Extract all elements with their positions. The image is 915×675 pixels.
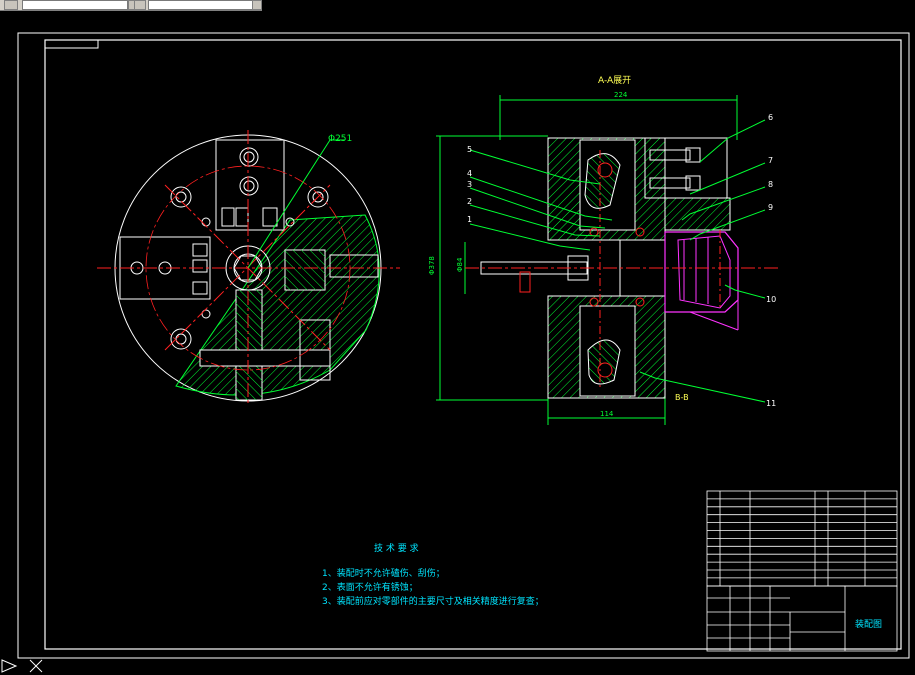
callout-1: 1 (467, 215, 472, 224)
dim-left-outer: Φ378 (428, 256, 436, 275)
callout-8: 8 (768, 180, 773, 189)
callout-7: 7 (768, 156, 773, 165)
callout-10: 10 (766, 295, 776, 304)
technical-notes: 技 术 要 求 1、装配时不允许磕伤、刮伤； 2、表面不允许有锈蚀； 3、装配前… (322, 542, 544, 607)
outer-frame (17, 32, 910, 659)
front-view: Φ251 (97, 130, 400, 405)
notes-title: 技 术 要 求 (374, 542, 419, 554)
ucs-icon (1, 659, 43, 673)
inner-frame (44, 39, 902, 650)
drawing-name: 装配图 (855, 618, 882, 630)
note-line-3: 3、装配前应对零部件的主要尺寸及相关精度进行复查； (322, 595, 544, 607)
callout-3: 3 (467, 180, 472, 189)
dim-left-inner: Φ84 (456, 257, 464, 272)
callout-11: 11 (766, 399, 776, 408)
cad-drawing-canvas[interactable]: Φ251 224 A-A展开 114 Φ378 Φ84 B-B 1 2 3 4 … (0, 0, 915, 675)
section-label: A-A展开 (598, 75, 631, 86)
callout-5: 5 (467, 145, 472, 154)
section-label-bb: B-B (675, 393, 689, 402)
note-line-1: 1、装配时不允许磕伤、刮伤； (322, 567, 445, 579)
dim-top: 224 (614, 91, 628, 99)
callout-4: 4 (467, 169, 472, 178)
note-line-2: 2、表面不允许有锈蚀； (322, 581, 418, 593)
callout-6: 6 (768, 113, 773, 122)
corner-label-box (44, 39, 99, 49)
callout-9: 9 (768, 203, 773, 212)
diameter-callout: Φ251 (328, 134, 352, 144)
section-view: 224 A-A展开 114 Φ378 Φ84 B-B 1 2 3 4 5 6 7… (428, 75, 780, 425)
callout-2: 2 (467, 197, 472, 206)
dim-bottom: 114 (600, 410, 614, 418)
